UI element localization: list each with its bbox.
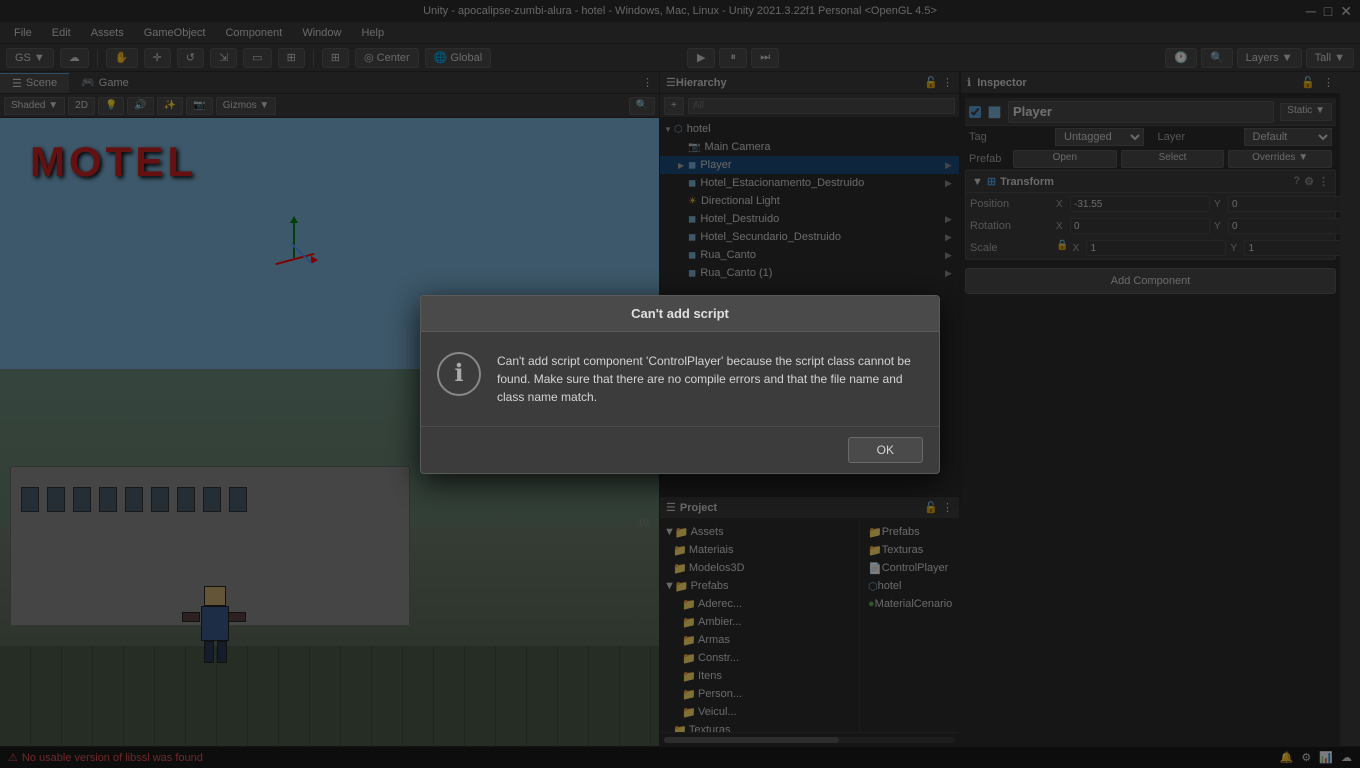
dialog-ok-button[interactable]: OK bbox=[848, 437, 923, 463]
dialog-body: ℹ Can't add script component 'ControlPla… bbox=[421, 332, 939, 426]
error-dialog: Can't add script ℹ Can't add script comp… bbox=[420, 295, 940, 474]
dialog-overlay[interactable]: Can't add script ℹ Can't add script comp… bbox=[0, 0, 1360, 768]
dialog-icon-glyph: ℹ bbox=[454, 359, 463, 388]
dialog-footer: OK bbox=[421, 426, 939, 473]
dialog-title: Can't add script bbox=[421, 296, 939, 332]
dialog-info-icon: ℹ bbox=[437, 352, 481, 396]
dialog-message: Can't add script component 'ControlPlaye… bbox=[497, 352, 923, 406]
dialog-title-text: Can't add script bbox=[631, 306, 729, 321]
dialog-ok-label: OK bbox=[877, 443, 894, 457]
